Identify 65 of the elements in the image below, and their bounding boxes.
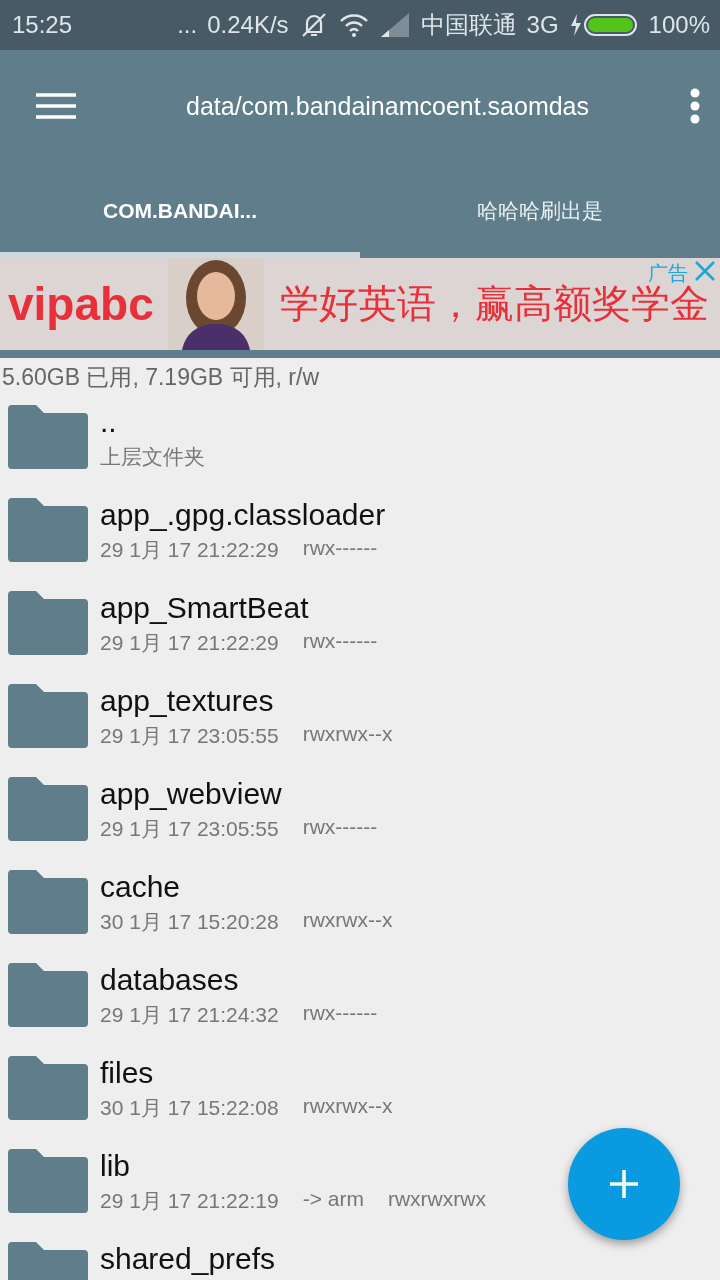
file-name: databases: [100, 963, 240, 997]
file-name: app_webview: [100, 777, 283, 811]
battery-percent: 100%: [648, 11, 710, 39]
file-row[interactable]: cache 30 1月 17 15:20:28 rwxrwx--x: [0, 858, 720, 951]
battery-charging-icon: [568, 12, 639, 38]
file-row[interactable]: .. 上层文件夹: [0, 393, 720, 486]
file-name: files: [100, 1056, 155, 1090]
file-date: 29 1月 17 21:22:29: [100, 537, 279, 563]
add-button[interactable]: [568, 1128, 680, 1240]
file-row[interactable]: shared_prefs: [0, 1230, 720, 1280]
folder-icon: [8, 591, 88, 655]
folder-icon: [8, 498, 88, 562]
file-row[interactable]: app_SmartBeat 29 1月 17 21:22:29 rwx------: [0, 579, 720, 672]
file-permissions: rwxrwxrwx: [387, 1187, 486, 1212]
file-permissions: rwx------: [302, 815, 378, 840]
network-type: 3G: [526, 11, 559, 39]
file-detail: 上层文件夹: [100, 444, 205, 470]
file-name: cache: [100, 870, 182, 904]
file-row[interactable]: files 30 1月 17 15:22:08 rwxrwx--x: [0, 1044, 720, 1137]
file-permissions: rwxrwx--x: [302, 908, 393, 933]
file-name: shared_prefs: [100, 1242, 276, 1276]
folder-path: data/com.bandainamcoent.saomdas: [186, 91, 591, 121]
carrier-name: 中国联通: [420, 10, 517, 40]
file-date: 29 1月 17 23:05:55: [100, 816, 279, 842]
file-date: 30 1月 17 15:22:08: [100, 1095, 279, 1121]
tab[interactable]: 哈哈哈刷出是: [360, 162, 720, 258]
file-row[interactable]: app_textures 29 1月 17 23:05:55 rwxrwx--x: [0, 672, 720, 765]
file-row[interactable]: lib 29 1月 17 21:22:19 -> arm rwxrwxrwx: [0, 1137, 720, 1230]
link-target: -> arm: [302, 1187, 364, 1212]
file-permissions: rwx------: [302, 1001, 378, 1026]
folder-icon: [8, 963, 88, 1027]
folder-icon: [8, 684, 88, 748]
file-name: app_SmartBeat: [100, 591, 310, 625]
file-date: 30 1月 17 15:20:28: [100, 909, 279, 935]
folder-icon: [8, 405, 88, 469]
ad-slogan: 学好英语，赢高额奖学金: [280, 282, 709, 327]
file-date: 29 1月 17 21:22:29: [100, 630, 279, 656]
plus-icon: [608, 1168, 640, 1200]
file-date: 29 1月 17 21:24:32: [100, 1002, 279, 1028]
storage-info: 5.60GB 已用, 7.19GB 可用, r/w: [1, 363, 320, 392]
file-row[interactable]: databases 29 1月 17 21:24:32 rwx------: [0, 951, 720, 1044]
file-permissions: rwxrwx--x: [302, 722, 393, 747]
ad-brand: vipabc: [7, 277, 155, 331]
file-name: app_.gpg.classloader: [100, 498, 386, 532]
file-name: lib: [100, 1149, 131, 1183]
network-speed: 0.24K/s: [207, 11, 289, 39]
file-permissions: rwx------: [302, 536, 378, 561]
file-date: 29 1月 17 23:05:55: [100, 723, 279, 749]
file-date: 29 1月 17 21:22:19: [100, 1188, 279, 1214]
folder-icon: [8, 777, 88, 841]
wifi-icon: [338, 13, 369, 37]
file-permissions: rwxrwx--x: [302, 1094, 393, 1119]
folder-icon: [8, 1149, 88, 1213]
folder-icon: [8, 870, 88, 934]
menu-button[interactable]: [36, 93, 76, 119]
file-name: ..: [100, 405, 118, 439]
file-name: app_textures: [100, 684, 275, 718]
file-permissions: rwx------: [302, 629, 378, 654]
clock: 15:25: [12, 11, 73, 39]
more-indicator: ...: [177, 11, 198, 39]
file-row[interactable]: app_.gpg.classloader 29 1月 17 21:22:29 rwx------: [0, 486, 720, 579]
more-options-button[interactable]: [690, 88, 700, 124]
ad-label: 广告: [648, 261, 688, 285]
file-row[interactable]: app_webview 29 1月 17 23:05:55 rwx------: [0, 765, 720, 858]
folder-icon: [8, 1056, 88, 1120]
